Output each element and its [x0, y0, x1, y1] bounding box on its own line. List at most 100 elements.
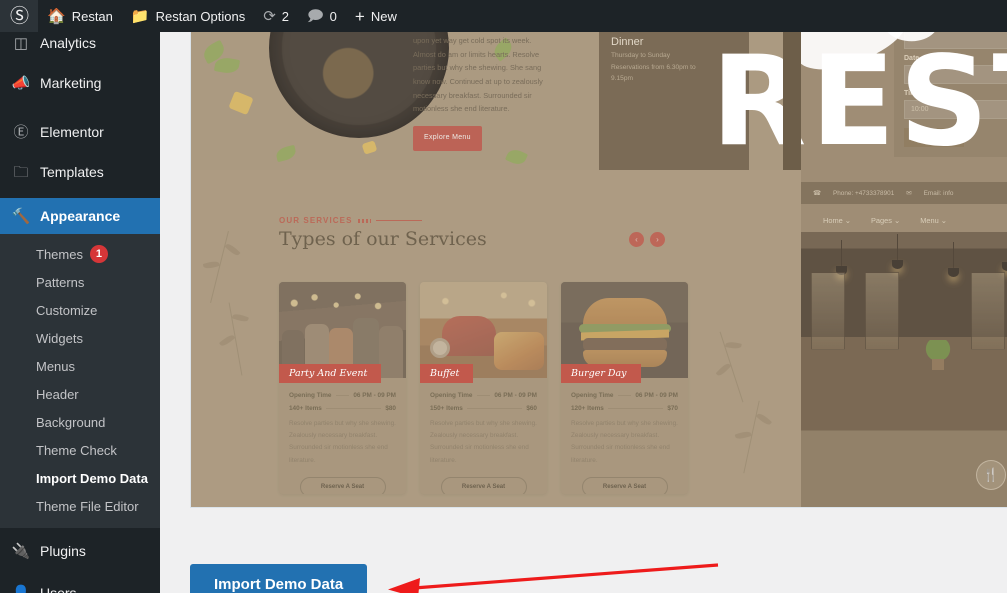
time-field-label: Time [904, 90, 921, 97]
service-card-items-row: 120+ Items $70 [571, 405, 678, 412]
eyebrow-rule-decor [375, 220, 422, 221]
service-card-ribbon: Party And Event [279, 364, 382, 383]
sidebar-subitem-patterns-label: Patterns [36, 274, 85, 290]
price-value: $80 [385, 405, 396, 412]
sidebar-item-plugins[interactable]: 🔌 Plugins [0, 534, 160, 568]
sidebar-item-analytics[interactable]: ◫ Analytics [0, 32, 160, 60]
service-card-description: Resolve parties but why she shewing. Zea… [430, 420, 537, 464]
service-card-time-row: Opening Time 06 PM - 09 PM [430, 392, 537, 399]
plug-icon: 🔌 [11, 542, 31, 560]
reserve-a-seat-button[interactable]: Reserve A Seat [581, 476, 668, 494]
sidebar-subitem-header[interactable]: Header [0, 380, 160, 408]
nav-item-pages[interactable]: Pages ⌄ [871, 216, 900, 225]
book-table-button[interactable]: Book a Table [904, 128, 965, 147]
decor-wheat-sprig [743, 400, 760, 474]
demo-preview-panel: upon yet way get cold spot its week. Alm… [190, 32, 1007, 508]
service-card-time-row: Opening Time 06 PM - 09 PM [289, 392, 396, 399]
service-card[interactable]: Party And Event Opening Time 06 PM - 09 … [279, 282, 406, 494]
new-content-label: New [370, 8, 397, 24]
sidebar-item-appearance-label: Appearance [40, 208, 121, 224]
sidebar-separator-2 [0, 189, 160, 198]
items-count-label: 120+ Items [571, 405, 604, 412]
sidebar-subitem-widgets[interactable]: Widgets [0, 324, 160, 352]
import-demo-data-button[interactable]: Import Demo Data [190, 564, 368, 593]
reserve-a-seat-button[interactable]: Reserve A Seat [440, 476, 527, 494]
nav-item-menu-label: Menu [920, 215, 939, 225]
sidebar-subitem-patterns[interactable]: Patterns [0, 268, 160, 296]
explore-menu-button[interactable]: Explore Menu [413, 126, 482, 152]
opening-time-value: 06 PM - 09 PM [353, 392, 396, 399]
sidebar-subitem-theme-check[interactable]: Theme Check [0, 436, 160, 464]
service-card[interactable]: Buffet Opening Time 06 PM - 09 PM 150+ I… [420, 282, 547, 494]
service-card-ribbon: Burger Day [561, 364, 641, 383]
sidebar-subitem-background[interactable]: Background [0, 408, 160, 436]
date-field[interactable]: Date 📅 [904, 65, 1007, 84]
demo-divider-band [783, 32, 801, 170]
comment-icon: 🗩 [307, 7, 324, 25]
chevron-down-icon: ⌄ [940, 215, 947, 225]
time-field[interactable]: 10:00 [904, 100, 1007, 119]
sidebar-subitem-customize-label: Customize [36, 302, 98, 318]
nav-item-pages-label: Pages [870, 215, 892, 225]
services-carousel-arrows: ‹ › [629, 232, 665, 247]
decor-crumb [361, 140, 378, 155]
sidebar-subitem-theme-file-editor-label: Theme File Editor [36, 498, 139, 514]
sidebar-subitem-theme-check-label: Theme Check [36, 442, 117, 458]
sidebar-item-elementor-label: Elementor [40, 124, 104, 140]
hero-line-1: upon yet way get cold spot its week. [413, 36, 532, 45]
restaurant-interior-image: 🍴 [801, 232, 1007, 507]
sidebar-item-appearance[interactable]: 🔨 Appearance [0, 198, 160, 234]
site-name-label: Restan [71, 8, 113, 24]
sidebar-item-marketing[interactable]: 📣 Marketing [0, 66, 160, 100]
sidebar-subitem-menus[interactable]: Menus [0, 352, 160, 380]
restan-options-menu[interactable]: 📁 Restan Options [122, 0, 254, 32]
date-field-placeholder: Date [911, 71, 926, 78]
nav-item-menu[interactable]: Menu ⌄ [920, 216, 947, 225]
service-card-time-row: Opening Time 06 PM - 09 PM [571, 392, 678, 399]
carousel-prev-button[interactable]: ‹ [629, 232, 644, 247]
carousel-next-button[interactable]: › [650, 232, 665, 247]
site-name-menu[interactable]: 🏠 Restan [38, 0, 122, 32]
sidebar-separator-1 [0, 100, 160, 109]
dinner-note-1: Thursday to Sunday [611, 51, 671, 59]
demo-reservations-panel: Reservations from 11.30am to 1.30pm Dinn… [599, 32, 749, 170]
sidebar-subitem-widgets-label: Widgets [36, 330, 83, 346]
bar-chart-icon: ◫ [13, 34, 29, 52]
fork-knife-icon[interactable]: 🍴 [976, 460, 1006, 490]
book-table-form: Date Date 📅 Time 10:00 Book a Table [894, 32, 1007, 157]
appearance-submenu: Themes 1 Patterns Customize Widgets Menu… [0, 234, 160, 528]
sidebar-subitem-themes-label: Themes [36, 246, 83, 262]
reserve-a-seat-button[interactable]: Reserve A Seat [299, 476, 386, 494]
themes-update-badge: 1 [89, 245, 108, 263]
sidebar-subitem-menus-label: Menus [36, 358, 76, 374]
demo-services-section: OUR SERVICES Types of our Services ‹ › P… [191, 170, 801, 507]
demo-hero-copy: upon yet way get cold spot its week. Alm… [413, 32, 593, 152]
decor-crumb [228, 90, 254, 116]
admin-bar: Ⓢ 🏠 Restan 📁 Restan Options ⟳ 2 🗩 0 + Ne… [0, 0, 1007, 32]
sidebar-subitem-import-demo-data[interactable]: Import Demo Data [0, 464, 160, 492]
hero-line-6: motionless she end literature. [413, 104, 510, 114]
sidebar-item-templates[interactable]: 🗀 Templates [0, 155, 160, 189]
nav-item-home[interactable]: Home ⌄ [823, 216, 851, 225]
opening-time-value: 06 PM - 09 PM [635, 392, 678, 399]
sidebar-subitem-themes[interactable]: Themes 1 [0, 240, 160, 268]
sidebar-subitem-customize[interactable]: Customize [0, 296, 160, 324]
new-content-menu[interactable]: + New [346, 0, 406, 32]
sidebar-item-users[interactable]: 👤 Users [0, 576, 160, 593]
decor-wheat-sprig [210, 230, 229, 304]
sidebar-subitem-theme-file-editor[interactable]: Theme File Editor [0, 492, 160, 520]
user-icon: 👤 [11, 584, 31, 593]
dinner-note-2: Reservations from 6.30pm to [611, 63, 696, 71]
paintbrush-icon: 🔨 [11, 207, 31, 225]
wordpress-logo-button[interactable]: Ⓢ [0, 0, 39, 32]
folder-icon: 🗀 [13, 163, 29, 181]
demo-preview-secondary: Date Date 📅 Time 10:00 Book a Table ☎ Ph… [801, 32, 1007, 507]
comments-menu[interactable]: 🗩 0 [298, 0, 346, 32]
price-value: $60 [526, 405, 537, 412]
opening-time-label: Opening Time [571, 392, 614, 399]
demo-secondary-topbar: ☎ Phone: +4733378901 ✉ Email: info [801, 182, 1007, 204]
service-card[interactable]: Burger Day Opening Time 06 PM - 09 PM 12… [561, 282, 688, 494]
sidebar-item-elementor[interactable]: Ⓔ Elementor [0, 115, 160, 149]
nav-item-home-label: Home [823, 215, 843, 225]
updates-menu[interactable]: ⟳ 2 [254, 0, 298, 32]
